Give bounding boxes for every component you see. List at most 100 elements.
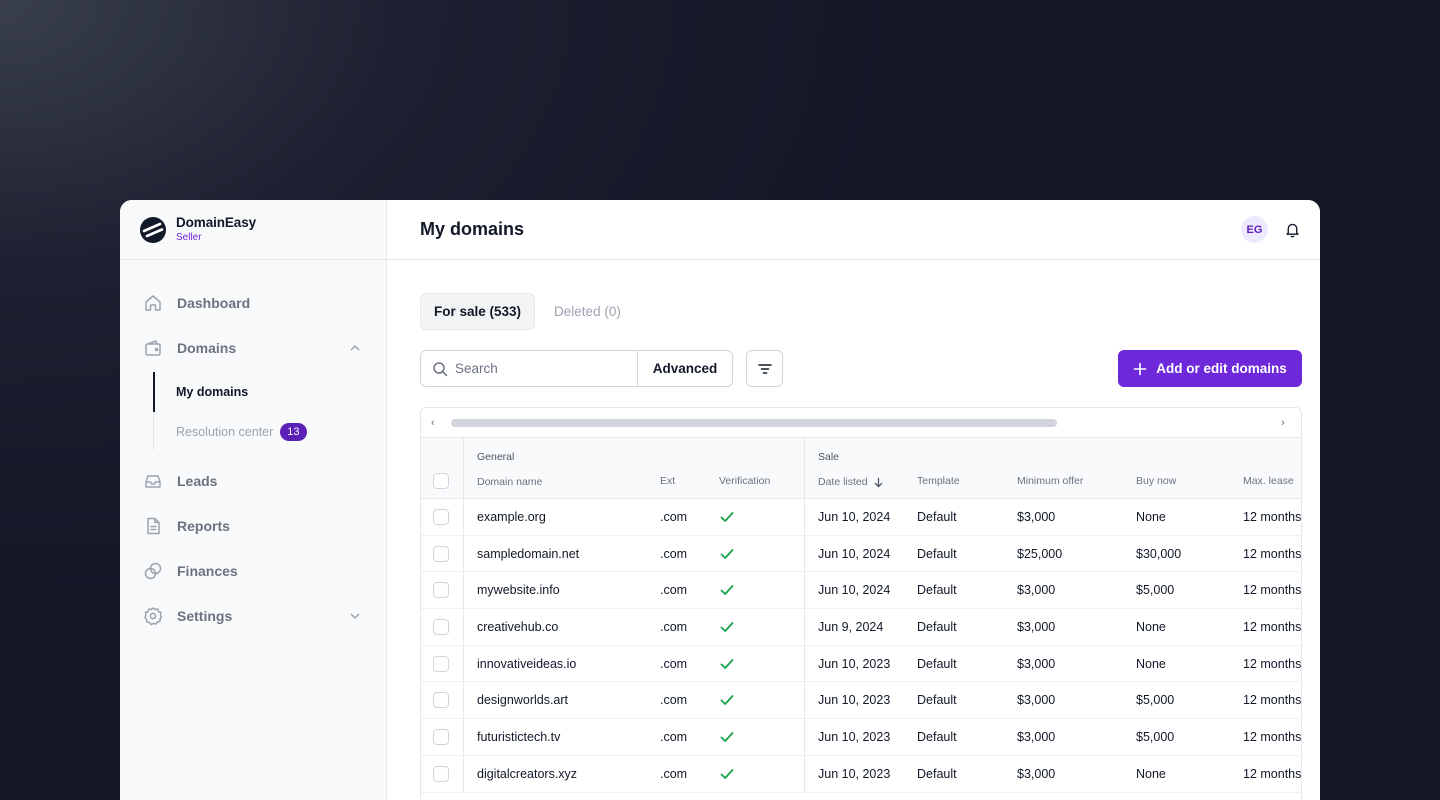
cell-max-lease: 12 months xyxy=(1243,583,1302,598)
add-domains-button[interactable]: Add or edit domains xyxy=(1118,350,1302,387)
cell-max-lease: 12 months xyxy=(1243,619,1302,634)
table-row[interactable]: innovativeideas.io .com Jun 10, 2023 Defaul… xyxy=(421,645,1301,683)
row-checkbox[interactable] xyxy=(433,545,449,562)
sidebar-subitem-label: My domains xyxy=(176,385,249,399)
cell-minimum-offer: $3,000 xyxy=(1017,619,1056,634)
cell-date-listed: Jun 10, 2023 xyxy=(818,656,891,671)
cell-date-listed: Jun 10, 2023 xyxy=(818,693,891,708)
table-row[interactable]: example.org .com Jun 10, 2024 Default $3,000… xyxy=(421,499,1301,536)
cell-date-listed: Jun 10, 2023 xyxy=(818,766,891,781)
brand-name: DomainEasy xyxy=(176,215,257,231)
chevron-down-icon[interactable] xyxy=(348,609,362,623)
notifications-button[interactable] xyxy=(1282,220,1302,240)
cell-buy-now: None xyxy=(1136,509,1166,524)
gear-icon xyxy=(143,606,163,626)
plus-icon xyxy=(1133,362,1147,375)
table-body: example.org .com Jun 10, 2024 Default $3,000… xyxy=(421,499,1301,793)
cell-verification xyxy=(719,756,735,792)
sidebar-item-domains[interactable]: Domains xyxy=(120,325,386,370)
sidebar-subitem-my-domains[interactable]: My domains xyxy=(153,372,386,412)
add-domains-label: Add or edit domains xyxy=(1156,361,1287,376)
tab-deleted[interactable]: Deleted (0) xyxy=(541,293,634,330)
domains-subnav: My domains Resolution center 13 xyxy=(153,370,386,458)
cell-domain: creativehub.co xyxy=(477,619,559,634)
row-checkbox[interactable] xyxy=(433,692,449,709)
filter-button[interactable] xyxy=(746,350,783,387)
main-content: My domains EG For sale (533) Deleted (0)… xyxy=(387,200,1320,800)
col-verification[interactable]: Verification xyxy=(719,475,770,487)
cell-minimum-offer: $3,000 xyxy=(1017,729,1056,744)
check-icon xyxy=(720,768,734,779)
check-icon xyxy=(720,585,734,596)
table-row[interactable]: futuristictech.tv .com Jun 10, 2023 Default… xyxy=(421,719,1301,756)
check-icon xyxy=(720,658,734,669)
app-window: DomainEasy Seller Dashboard Domains My d… xyxy=(120,200,1320,800)
document-icon xyxy=(143,516,163,536)
cell-ext: .com xyxy=(660,693,688,708)
scroll-right-icon[interactable]: › xyxy=(1281,417,1291,429)
check-icon xyxy=(720,548,734,559)
inbox-icon xyxy=(143,471,163,491)
cell-template: Default xyxy=(917,546,957,561)
select-all-checkbox[interactable] xyxy=(433,473,449,489)
sidebar-item-settings[interactable]: Settings xyxy=(120,593,386,638)
brand-subtitle: Seller xyxy=(176,231,202,243)
search-box[interactable] xyxy=(420,350,638,387)
cell-template: Default xyxy=(917,766,957,781)
sidebar-item-leads[interactable]: Leads xyxy=(120,458,386,503)
table-row[interactable]: designworlds.art .com Jun 10, 2023 Default $… xyxy=(421,682,1301,720)
col-template[interactable]: Template xyxy=(917,475,960,487)
row-checkbox[interactable] xyxy=(433,582,449,599)
chevron-up-icon[interactable] xyxy=(348,341,362,355)
row-checkbox[interactable] xyxy=(433,618,449,635)
tab-for-sale[interactable]: For sale (533) xyxy=(420,293,536,330)
scroll-left-icon[interactable]: ‹ xyxy=(431,417,441,429)
cell-domain: futuristictech.tv xyxy=(477,729,561,744)
scroll-thumb[interactable] xyxy=(451,418,1057,427)
brand[interactable]: DomainEasy Seller xyxy=(120,200,386,260)
table-row[interactable]: sampledomain.net .com Jun 10, 2024 Default $… xyxy=(421,535,1301,573)
sidebar-item-label: Dashboard xyxy=(177,294,251,311)
cell-domain: designworlds.art xyxy=(477,693,569,708)
cell-minimum-offer: $3,000 xyxy=(1017,509,1056,524)
search-input[interactable] xyxy=(455,361,625,376)
sidebar-item-finances[interactable]: Finances xyxy=(120,548,386,593)
row-checkbox[interactable] xyxy=(433,765,449,782)
table-row[interactable]: digitalcreators.xyz .com Jun 10, 2023 Defau… xyxy=(421,755,1301,793)
cell-domain: sampledomain.net xyxy=(477,546,580,561)
col-minimum-offer[interactable]: Minimum offer xyxy=(1017,475,1083,487)
cell-date-listed: Jun 10, 2023 xyxy=(818,729,891,744)
cell-ext: .com xyxy=(660,509,688,524)
cell-date-listed: Jun 10, 2024 xyxy=(818,546,891,561)
coins-icon xyxy=(143,561,163,581)
sidebar-subitem-resolution-center[interactable]: Resolution center 13 xyxy=(153,412,386,452)
cell-buy-now: $5,000 xyxy=(1136,729,1175,744)
col-ext[interactable]: Ext xyxy=(660,475,675,487)
cell-template: Default xyxy=(917,656,957,671)
advanced-search-button[interactable]: Advanced xyxy=(638,350,733,387)
sidebar-item-reports[interactable]: Reports xyxy=(120,503,386,548)
sidebar-item-label: Settings xyxy=(177,607,233,624)
horizontal-scrollbar[interactable]: ‹ › xyxy=(421,408,1301,438)
row-checkbox[interactable] xyxy=(433,508,449,525)
wallet-icon xyxy=(143,338,163,358)
row-checkbox[interactable] xyxy=(433,655,449,672)
cell-verification xyxy=(719,682,735,718)
page-title: My domains xyxy=(420,219,525,239)
cell-verification xyxy=(719,536,735,572)
sidebar-item-dashboard[interactable]: Dashboard xyxy=(120,280,386,325)
col-max-lease[interactable]: Max. lease xyxy=(1243,475,1294,487)
col-buy-now[interactable]: Buy now xyxy=(1136,475,1176,487)
sidebar-item-label: Leads xyxy=(177,472,218,489)
col-domain-name[interactable]: Domain name xyxy=(477,476,542,488)
row-checkbox[interactable] xyxy=(433,728,449,745)
table-row[interactable]: mywebsite.info .com Jun 10, 2024 Default $3,… xyxy=(421,572,1302,610)
scroll-track[interactable] xyxy=(451,418,1271,427)
cell-verification xyxy=(719,646,735,682)
avatar[interactable]: EG xyxy=(1241,216,1268,243)
col-date-listed[interactable]: Date listed xyxy=(818,476,884,488)
sidebar-item-label: Reports xyxy=(177,517,230,534)
table-row[interactable]: creativehub.co .com Jun 9, 2024 Default $3,0… xyxy=(421,609,1301,646)
sidebar-item-label: Domains xyxy=(177,339,237,356)
group-sale: Sale xyxy=(818,451,840,463)
